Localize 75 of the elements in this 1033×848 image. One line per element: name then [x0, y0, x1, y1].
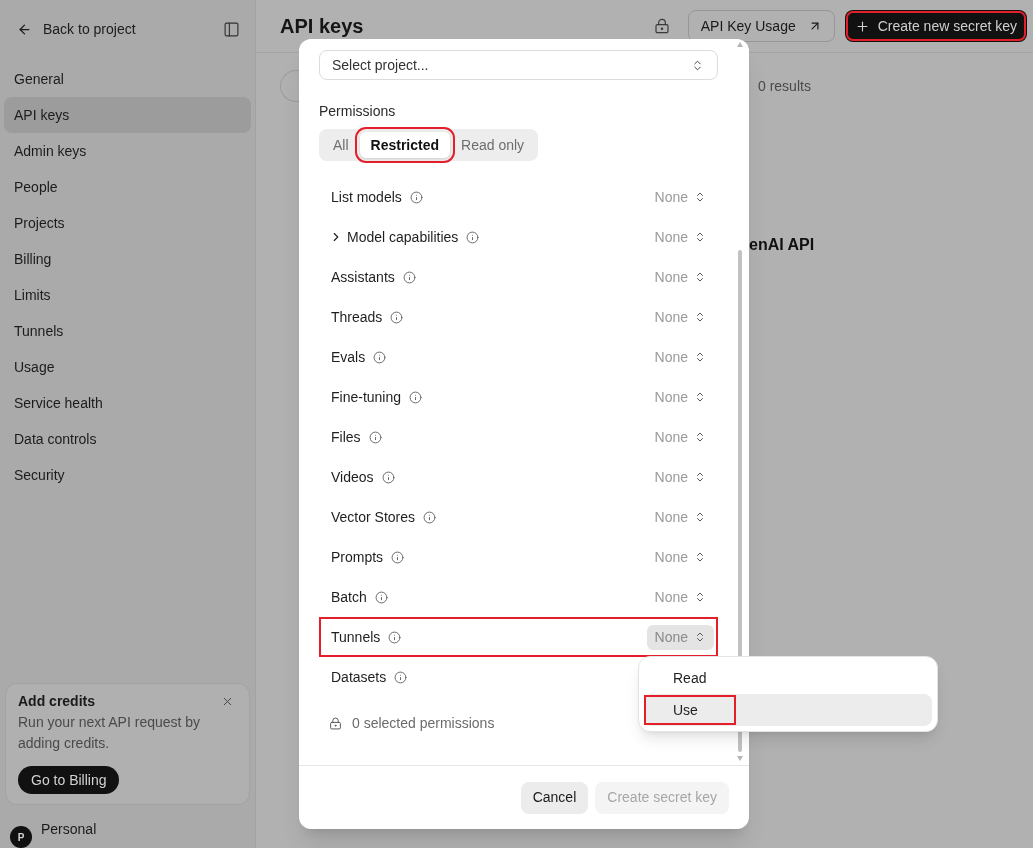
- sidebar-toggle-icon[interactable]: [223, 20, 240, 38]
- go-to-billing-button[interactable]: Go to Billing: [18, 766, 120, 794]
- info-icon[interactable]: [388, 630, 402, 644]
- back-link[interactable]: Back to project: [17, 18, 136, 40]
- permission-name: Model capabilities: [347, 227, 459, 247]
- chevrons-up-down-icon: [694, 631, 706, 643]
- permission-name: Threads: [331, 307, 383, 327]
- menu-option[interactable]: Use: [644, 694, 932, 726]
- permission-name: List models: [331, 187, 402, 207]
- menu-option[interactable]: Read: [644, 662, 932, 694]
- info-icon[interactable]: [368, 430, 382, 444]
- info-icon[interactable]: [390, 310, 404, 324]
- sidebar-item[interactable]: Service health: [4, 385, 251, 421]
- page-title: API keys: [280, 14, 364, 39]
- chevrons-up-down-icon: [694, 191, 706, 203]
- sidebar-item[interactable]: Limits: [4, 277, 251, 313]
- info-icon[interactable]: [409, 390, 423, 404]
- account-avatar[interactable]: P: [10, 826, 32, 848]
- info-icon[interactable]: [381, 470, 395, 484]
- lock-icon: [653, 18, 670, 34]
- chevrons-up-down-icon: [694, 431, 706, 443]
- credits-title: Add credits: [18, 692, 95, 711]
- permission-name: Videos: [331, 467, 374, 487]
- scroll-down-icon[interactable]: [737, 756, 743, 761]
- credits-text: Run your next API request by adding credits.: [18, 713, 202, 753]
- info-icon[interactable]: [402, 270, 416, 284]
- info-icon[interactable]: [466, 230, 480, 244]
- info-icon[interactable]: [394, 670, 408, 684]
- chevrons-up-down-icon: [694, 391, 706, 403]
- permission-name: Assistants: [331, 267, 395, 287]
- chevrons-up-down-icon: [694, 311, 706, 323]
- cancel-button[interactable]: Cancel: [520, 781, 589, 814]
- sidebar-item[interactable]: People: [4, 169, 251, 205]
- project-select[interactable]: Select project...: [319, 50, 718, 80]
- scroll-up-icon[interactable]: [737, 42, 743, 47]
- create-key-button[interactable]: Create new secret key: [844, 10, 1027, 42]
- chevrons-up-down-icon: [694, 231, 706, 243]
- info-icon[interactable]: [409, 190, 423, 204]
- chevrons-up-down-icon: [694, 591, 706, 603]
- permission-name: Files: [331, 427, 361, 447]
- chevrons-up-down-icon: [691, 58, 704, 72]
- chevrons-up-down-icon: [694, 471, 706, 483]
- permission-name: Tunnels: [331, 627, 381, 647]
- selected-permissions-count: 0 selected permissions: [352, 714, 495, 733]
- sidebar-item[interactable]: Projects: [4, 205, 251, 241]
- chevrons-up-down-icon: [694, 511, 706, 523]
- chevrons-up-down-icon: [694, 551, 706, 563]
- info-icon[interactable]: [423, 510, 437, 524]
- empty-state-heading: enAI API: [749, 235, 815, 255]
- permission-name: Prompts: [331, 547, 384, 567]
- permission-name: Batch: [331, 587, 367, 607]
- permission-name: Vector Stores: [331, 507, 416, 527]
- mode-tab[interactable]: Read only: [450, 132, 536, 158]
- permission-name: Evals: [331, 347, 366, 367]
- sidebar-item[interactable]: General: [4, 61, 251, 97]
- info-icon[interactable]: [373, 350, 387, 364]
- sidebar-item[interactable]: Billing: [4, 241, 251, 277]
- sidebar-item[interactable]: Security: [4, 457, 251, 493]
- sidebar-item[interactable]: Data controls: [4, 421, 251, 457]
- chevrons-up-down-icon: [694, 351, 706, 363]
- info-icon[interactable]: [374, 590, 388, 604]
- account-name: Personal: [41, 820, 97, 838]
- sidebar-item[interactable]: Usage: [4, 349, 251, 385]
- info-icon[interactable]: [391, 550, 405, 564]
- lock-icon: [329, 717, 342, 730]
- plus-icon: [854, 18, 870, 34]
- permission-name: Datasets: [331, 667, 387, 687]
- results-count: 0 results: [758, 76, 811, 96]
- sidebar-item[interactable]: Admin keys: [4, 133, 251, 169]
- sidebar-item[interactable]: API keys: [4, 97, 251, 133]
- mode-tab[interactable]: All: [322, 132, 360, 158]
- chevrons-up-down-icon: [694, 271, 706, 283]
- sidebar-item[interactable]: Tunnels: [4, 313, 251, 349]
- permission-name: Fine-tuning: [331, 387, 402, 407]
- permissions-label: Permissions: [319, 102, 397, 121]
